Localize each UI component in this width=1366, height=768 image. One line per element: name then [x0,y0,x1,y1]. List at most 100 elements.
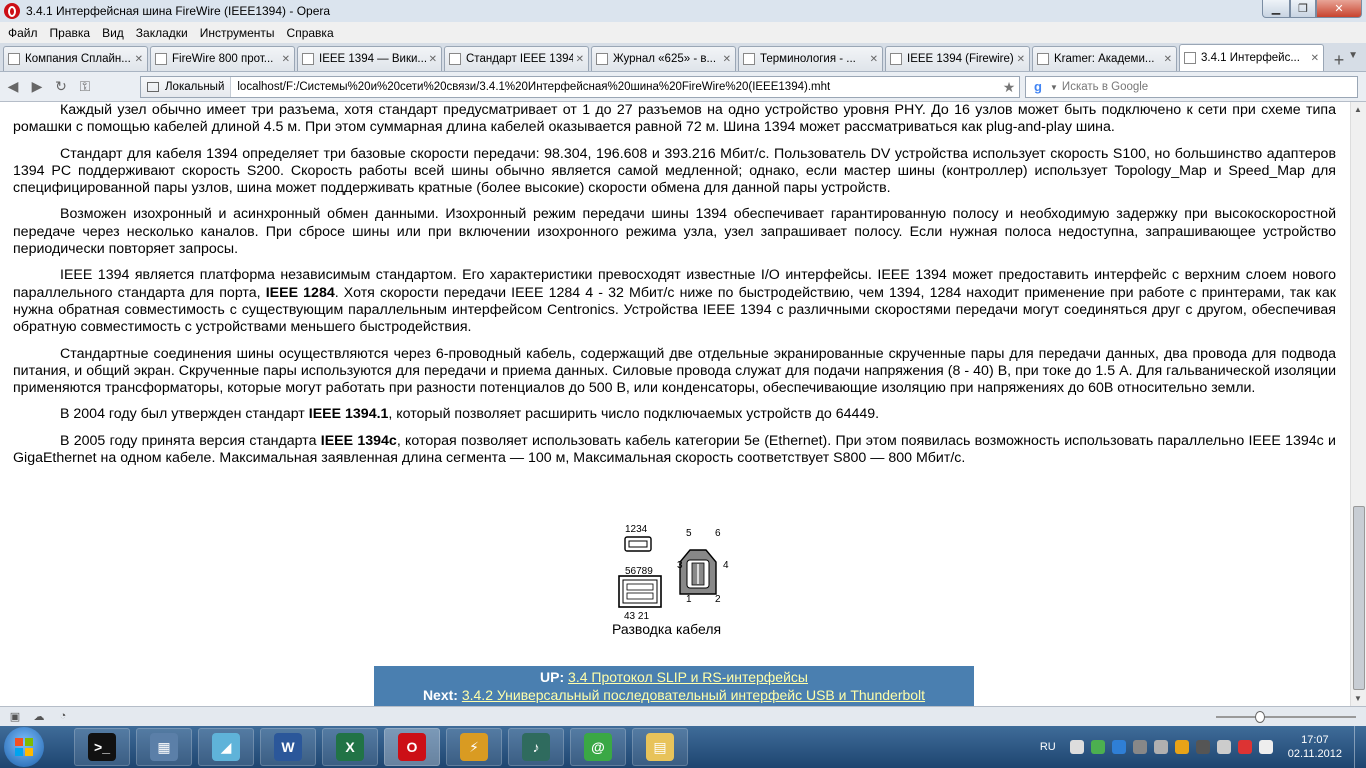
scrollbar-thumb[interactable] [1353,506,1365,690]
address-field[interactable]: Локальный localhost/F:/Системы%20и%20сет… [140,76,1020,98]
tray-security-icon[interactable] [1090,740,1105,754]
tray-bluetooth-icon[interactable] [1111,740,1126,754]
opera-icon: O [398,733,426,761]
zoom-slider[interactable] [1216,711,1356,723]
music-icon: ♪ [522,733,550,761]
tray-tools-icon[interactable] [1132,740,1147,754]
bold-term: IEEE 1394.1 [308,406,389,423]
tab-3[interactable]: IEEE 1394 — Вики... ✕ [297,46,442,71]
tray-device-icon[interactable] [1216,740,1231,754]
menu-help[interactable]: Справка [281,26,340,40]
tray-network-icon[interactable] [1237,740,1252,754]
vertical-scrollbar[interactable]: ▲ ▼ [1350,102,1366,706]
menu-view[interactable]: Вид [96,26,130,40]
location-badge[interactable]: Локальный [141,77,232,97]
reload-button[interactable]: ↻ [50,76,72,98]
search-field[interactable]: g ▼ Искать в Google [1025,76,1358,98]
tray-usb-icon[interactable] [1153,740,1168,754]
nav-up-link[interactable]: 3.4 Протокол SLIP и RS-интерфейсы [568,669,808,685]
tab-menu-arrow-icon[interactable]: ▼ [1348,50,1358,61]
nav-next-link[interactable]: 3.4.2 Универсальный последовательный инт… [462,687,925,703]
new-tab-button[interactable]: + [1328,49,1350,71]
minimize-button[interactable]: ▁ [1262,0,1290,18]
tab-label: IEEE 1394 — Вики... [319,53,426,65]
tab-close-icon[interactable]: ✕ [870,54,878,65]
tab-label: 3.4.1 Интерфейс... [1201,52,1300,64]
language-indicator[interactable]: RU [1040,741,1056,753]
tab-close-icon[interactable]: ✕ [723,54,731,65]
tray-up-arrow-icon[interactable] [1069,740,1084,754]
taskbar-calculator-button[interactable]: ▦ [136,728,192,766]
zoom-slider-knob[interactable] [1255,711,1265,723]
google-icon[interactable]: g [1030,79,1046,95]
article-paragraph: IEEE 1394 является платформа независимым… [13,267,1336,336]
tab-6[interactable]: Терминология - ... ✕ [738,46,883,71]
key-icon[interactable]: ⚿ [74,76,96,98]
forward-button[interactable]: ▶ [26,76,48,98]
tab-close-icon[interactable]: ✕ [1164,54,1172,65]
tab-1[interactable]: Компания Сплайн... ✕ [3,46,148,71]
taskbar-explorer-button[interactable]: ▤ [632,728,688,766]
figure-caption: Разводка кабеля [612,621,722,637]
tab-5[interactable]: Журнал «625» - в... ✕ [591,46,736,71]
tab-label: Компания Сплайн... [25,53,131,65]
pin-6-label: 6 [715,528,721,539]
nav-next-row: Next: 3.4.2 Универсальный последовательн… [374,686,974,704]
taskbar-word-button[interactable]: W [260,728,316,766]
close-button[interactable]: ✕ [1316,0,1362,18]
nav-up-row: UP: 3.4 Протокол SLIP и RS-интерфейсы [374,668,974,686]
tab-7[interactable]: IEEE 1394 (Firewire) ✕ [885,46,1030,71]
scroll-down-icon[interactable]: ▼ [1354,694,1362,703]
tab-close-icon[interactable]: ✕ [1017,54,1025,65]
start-button[interactable] [4,727,44,767]
paragraph-text: , который позволяет расширить число подк… [388,406,880,423]
menu-file[interactable]: Файл [2,26,44,40]
tray-disk-icon[interactable] [1195,740,1210,754]
tab-label: Журнал «625» - в... [613,53,717,65]
tab-close-icon[interactable]: ✕ [429,54,437,65]
tray-volume-icon[interactable] [1258,740,1273,754]
scroll-up-icon[interactable]: ▲ [1354,105,1362,114]
clock-date: 02.11.2012 [1287,748,1342,760]
paragraph-text: В 2004 году был утвержден стандарт [60,406,309,423]
window-controls: ▁ ❐ ✕ [1262,0,1362,18]
url-input[interactable]: localhost/F:/Системы%20и%20сети%20связи/… [231,81,999,93]
tray-icq-icon[interactable] [1174,740,1189,754]
paragraph-text: Каждый узел обычно имеет три разъема, хо… [13,102,1336,136]
status-bar: ▣ ☁ ◔ [0,706,1366,726]
taskbar-winamp-button[interactable]: ⚡ [446,728,502,766]
tab-bar: Компания Сплайн... ✕ FireWire 800 прот...… [0,43,1366,72]
search-engine-dropdown-icon[interactable]: ▼ [1050,83,1058,92]
speed-dial-icon[interactable]: ◔ [54,710,72,724]
tab-label: Kramer: Академи... [1054,53,1155,65]
menu-bar: Файл Правка Вид Закладки Инструменты Спр… [0,22,1366,43]
tab-close-icon[interactable]: ✕ [135,54,143,65]
taskbar-icq-button[interactable]: @ [570,728,626,766]
article-paragraph: Каждый узел обычно имеет три разъема, хо… [13,102,1336,137]
tab-close-icon[interactable]: ✕ [1311,53,1319,64]
bookmark-star-icon[interactable]: ★ [999,79,1019,96]
taskbar-cmd-button[interactable]: >_ [74,728,130,766]
clock[interactable]: 17:07 02.11.2012 [1288,733,1342,761]
tab-label: IEEE 1394 (Firewire) [907,53,1014,65]
back-button[interactable]: ◀ [2,76,24,98]
taskbar-excel-button[interactable]: X [322,728,378,766]
tab-2[interactable]: FireWire 800 прот... ✕ [150,46,295,71]
menu-tools[interactable]: Инструменты [194,26,281,40]
taskbar-opera-button[interactable]: O [384,728,440,766]
tab-close-icon[interactable]: ✕ [282,54,290,65]
tab-8[interactable]: Kramer: Академи... ✕ [1032,46,1177,71]
show-desktop-button[interactable] [1354,726,1366,768]
taskbar-notes-button[interactable]: ◢ [198,728,254,766]
search-placeholder[interactable]: Искать в Google [1062,81,1148,93]
menu-bookmarks[interactable]: Закладки [130,26,194,40]
tab-9-active[interactable]: 3.4.1 Интерфейс... ✕ [1179,44,1324,71]
menu-edit[interactable]: Правка [44,26,97,40]
taskbar-music-button[interactable]: ♪ [508,728,564,766]
tab-close-icon[interactable]: ✕ [576,54,584,65]
maximize-button[interactable]: ❐ [1290,0,1316,18]
panel-toggle-icon[interactable]: ▣ [6,710,24,724]
page-icon [890,53,902,65]
opera-unite-icon[interactable]: ☁ [30,710,48,724]
tab-4[interactable]: Стандарт IEEE 1394 ✕ [444,46,589,71]
